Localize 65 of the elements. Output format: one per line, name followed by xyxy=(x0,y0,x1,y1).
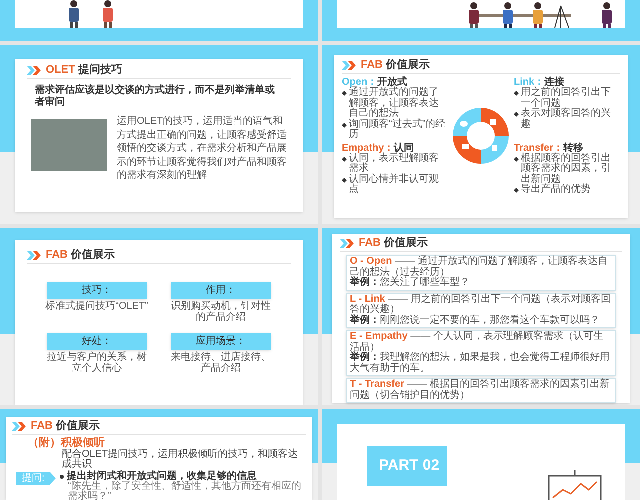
example-text: 举例：刚刚您说一定不要的车，那您看这个车款可以吗？ xyxy=(350,316,601,326)
slide-title: 提问技巧 xyxy=(78,65,122,76)
caption-text: 识别购买动机，针对性的产品介绍 xyxy=(170,302,272,323)
bullet-icon xyxy=(60,475,64,479)
diamond-bullet-icon xyxy=(514,156,519,162)
chevrons-icon xyxy=(27,251,43,260)
diamond-bullet-icon xyxy=(514,91,519,96)
caption-text: 来电接待、进店接待、产品介绍 xyxy=(170,353,272,374)
bullet-text: 导出产品的优势 xyxy=(521,185,591,196)
label-box: 作用： xyxy=(171,282,271,299)
quadrant-heading: 开放式 xyxy=(378,77,408,88)
bullet-text: 通过开放式的问题了解顾客，让顾客表达自己的想法 xyxy=(349,88,440,119)
donut-diagram-drawing xyxy=(453,108,509,164)
label-box: 好处： xyxy=(47,333,147,350)
bullet-text: 表示对顾客回答的兴趣 xyxy=(521,109,612,130)
bullet-text: 认同，表示理解顾客需求 xyxy=(349,154,440,174)
slide-title: 价值展示 xyxy=(384,238,428,249)
caption-text: 标准式提问技巧“OLET” xyxy=(46,302,148,312)
person-illustration-drawing xyxy=(601,2,613,28)
item-text: T - Transfer —— 根据目的回答引出顾客需求的因素引出新问题（切合销护目的优势） xyxy=(350,380,612,401)
caption-text: 拉近与客户的关系，树立个人信心 xyxy=(46,353,148,374)
intro-text: 配合OLET提问技巧，运用积极倾听的技巧，和顾客达成共识 xyxy=(61,450,300,470)
quote-text: “陈先生，除了安全性、舒适性，其他方面还有相应的需求吗？” xyxy=(68,482,302,500)
bullet-text: 用之前的回答引出下一个问题 xyxy=(521,88,612,108)
slide-title-accent: FAB xyxy=(359,238,381,249)
slide-title: 价值展示 xyxy=(386,60,430,71)
bullet-text: 认同心情并非认可观点 xyxy=(349,174,440,196)
item-text: O - Open —— 通过开放式的问题了解顾客，让顾客表达自己的想法（过去经历） xyxy=(350,257,609,278)
diamond-bullet-icon xyxy=(342,156,347,162)
slide-title-accent: OLET xyxy=(46,65,76,76)
bullet-text: 询问顾客“过去式”的经历 xyxy=(349,120,447,140)
diamond-bullet-icon xyxy=(342,122,347,128)
quadrant-heading: Transfer： xyxy=(514,142,564,154)
part-label: PART 02 xyxy=(367,446,447,486)
quadrant-heading: Empathy： xyxy=(342,142,394,154)
quadrant-heading: Open： xyxy=(342,77,378,88)
lead-text: 需求评估应该是以交谈的方式进行，而不是列举清单或者审问 xyxy=(34,85,276,109)
example-text: 举例：您关注了哪些车型？ xyxy=(350,278,471,288)
diamond-bullet-icon xyxy=(342,178,347,182)
diamond-bullet-icon xyxy=(514,188,519,193)
label-box: 应用场景： xyxy=(171,333,271,350)
chevrons-icon xyxy=(27,66,43,75)
item-text: L - Link —— 用之前的回答引出下一个问题（表示对顾客回答的兴趣） xyxy=(350,294,612,315)
slide-title-accent: FAB xyxy=(46,250,68,261)
body-text: 运用OLET的技巧，运用适当的语气和方式提出正确的问题，让顾客感受舒适领悟的交谈方式，在需求分析和产品展示的环节让顾客觉得我们对产品和顾客的需求有深刻的理解 xyxy=(117,115,287,182)
chevrons-icon xyxy=(342,61,358,70)
slide-title-accent: FAB xyxy=(31,421,53,432)
step-label: 提问: xyxy=(16,472,56,485)
section-heading: （附）积极倾听 xyxy=(27,438,106,449)
quadrant-heading: 转移 xyxy=(563,142,584,154)
quadrant-heading: 认同 xyxy=(394,142,414,154)
bullet-text: 提出封闭式和开放式问题，收集足够的信息 xyxy=(67,472,257,482)
slide-title: 价值展示 xyxy=(56,421,100,432)
slide-title: 价值展示 xyxy=(71,250,115,261)
chevrons-icon xyxy=(12,422,28,431)
quadrant-heading: 连接 xyxy=(544,77,565,88)
label-box: 技巧： xyxy=(47,282,147,299)
diamond-bullet-icon xyxy=(514,112,519,117)
bullet-text: 根据顾客的回答引出顾客需求的因素，引出新问题 xyxy=(521,154,612,184)
diamond-bullet-icon xyxy=(342,91,347,96)
example-text: 举例：我理解您的想法，如果是我，也会觉得工程师很好用大气有助于的车。 xyxy=(350,353,611,374)
chevrons-icon xyxy=(340,239,356,248)
item-text: E - Empathy —— 个人认同，表示理解顾客需求（认可生活品） xyxy=(350,332,604,352)
quadrant-heading: Link： xyxy=(514,77,545,88)
slide-title-accent: FAB xyxy=(361,60,383,71)
